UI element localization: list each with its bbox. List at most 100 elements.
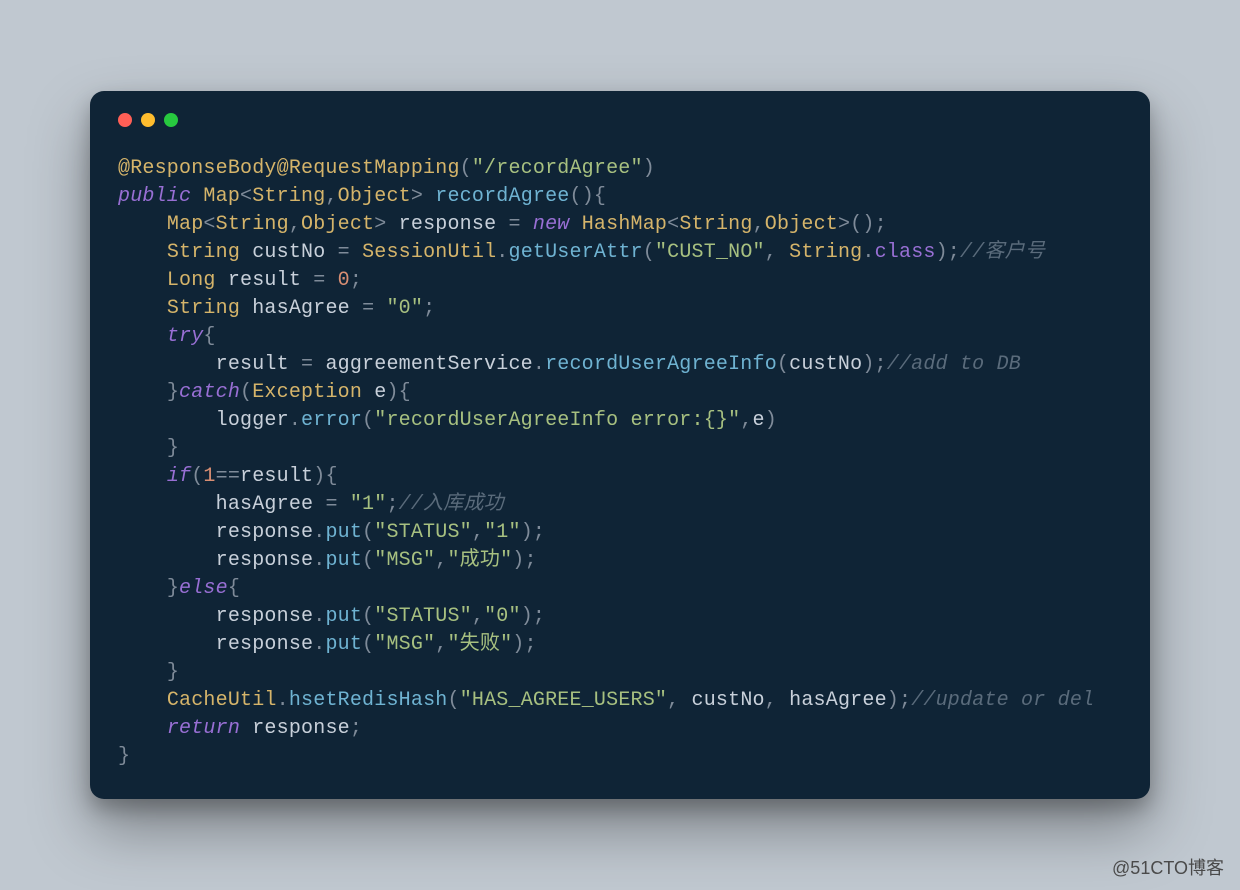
zoom-icon[interactable] (164, 113, 178, 127)
code-token: result (118, 353, 301, 376)
code-token: hasAgree (789, 689, 887, 712)
code-token (118, 437, 167, 460)
code-token: public (118, 185, 191, 208)
code-token: response (399, 213, 509, 236)
code-token: ( (362, 521, 374, 544)
code-token: SessionUtil (362, 241, 496, 264)
code-token: = (313, 269, 337, 292)
code-token: ( (362, 633, 374, 656)
code-token: , (667, 689, 691, 712)
code-token: , (289, 213, 301, 236)
code-token: e (362, 381, 386, 404)
code-token: Object (765, 213, 838, 236)
code-token: , (765, 689, 789, 712)
code-token: getUserAttr (509, 241, 643, 264)
code-token: "失败" (447, 633, 512, 656)
code-token: . (313, 605, 325, 628)
code-token: String (679, 213, 752, 236)
code-token: , (472, 521, 484, 544)
code-token: Exception (252, 381, 362, 404)
code-token: String (167, 241, 240, 264)
code-token: , (325, 185, 337, 208)
code-token: = (362, 297, 386, 320)
code-token: recordUserAgreeInfo (545, 353, 777, 376)
code-token: put (325, 605, 362, 628)
code-token: ){ (386, 381, 410, 404)
code-token: ( (777, 353, 789, 376)
code-token: "1" (350, 493, 387, 516)
code-token: Object (301, 213, 374, 236)
code-token: , (753, 213, 765, 236)
code-token: ( (447, 689, 459, 712)
code-token: "recordUserAgreeInfo error:{}" (374, 409, 740, 432)
code-token: . (313, 633, 325, 656)
code-token: , (435, 633, 447, 656)
code-token: ) (765, 409, 777, 432)
code-token: . (313, 521, 325, 544)
code-token: put (325, 521, 362, 544)
code-token: < (240, 185, 252, 208)
code-token: "0" (484, 605, 521, 628)
code-token: CacheUtil (167, 689, 277, 712)
code-token: response (118, 521, 313, 544)
code-token: < (667, 213, 679, 236)
code-token: ) (643, 157, 655, 180)
code-token: new (533, 213, 570, 236)
code-token: hasAgree (240, 297, 362, 320)
code-token: ); (521, 605, 545, 628)
code-token (118, 465, 167, 488)
code-token: custNo (789, 353, 862, 376)
code-token: //入库成功 (399, 493, 504, 516)
code-token: "成功" (447, 549, 512, 572)
code-token: result (240, 465, 313, 488)
code-token: . (313, 549, 325, 572)
code-token: "MSG" (374, 633, 435, 656)
code-token: Map (203, 185, 240, 208)
code-token: HashMap (582, 213, 667, 236)
code-token: . (289, 409, 301, 432)
code-token (118, 213, 167, 236)
code-token: ; (386, 493, 398, 516)
code-token (118, 269, 167, 292)
code-token: } (167, 661, 179, 684)
code-token: { (228, 577, 240, 600)
code-token: "STATUS" (374, 521, 472, 544)
code-token: aggreementService (325, 353, 532, 376)
minimize-icon[interactable] (141, 113, 155, 127)
code-token: Map (167, 213, 204, 236)
code-token: 1 (203, 465, 215, 488)
code-token: "MSG" (374, 549, 435, 572)
code-token: (){ (570, 185, 607, 208)
code-token: ( (240, 381, 252, 404)
code-token: >(); (838, 213, 887, 236)
code-token: String (789, 241, 862, 264)
code-token: ( (362, 549, 374, 572)
code-token: 0 (338, 269, 350, 292)
code-token: "STATUS" (374, 605, 472, 628)
close-icon[interactable] (118, 113, 132, 127)
code-token: else (179, 577, 228, 600)
code-token: . (277, 689, 289, 712)
code-token: response (118, 633, 313, 656)
watermark-text: @51CTO博客 (1112, 854, 1224, 880)
code-token: recordAgree (435, 185, 569, 208)
code-token: == (216, 465, 240, 488)
code-token: //add to DB (887, 353, 1021, 376)
code-token: hsetRedisHash (289, 689, 448, 712)
code-token: { (203, 325, 215, 348)
code-token: ; (350, 269, 362, 292)
code-token (118, 661, 167, 684)
code-token: ){ (313, 465, 337, 488)
code-token: , (435, 549, 447, 572)
code-token: ); (936, 241, 960, 264)
code-token: ); (862, 353, 886, 376)
code-token: "0" (386, 297, 423, 320)
code-token: String (167, 297, 240, 320)
code-token: > (411, 185, 435, 208)
code-token: "/recordAgree" (472, 157, 643, 180)
code-token: = (509, 213, 533, 236)
code-token: "HAS_AGREE_USERS" (460, 689, 667, 712)
code-token: = (325, 493, 349, 516)
code-token: custNo (692, 689, 765, 712)
code-token: ; (350, 717, 362, 740)
